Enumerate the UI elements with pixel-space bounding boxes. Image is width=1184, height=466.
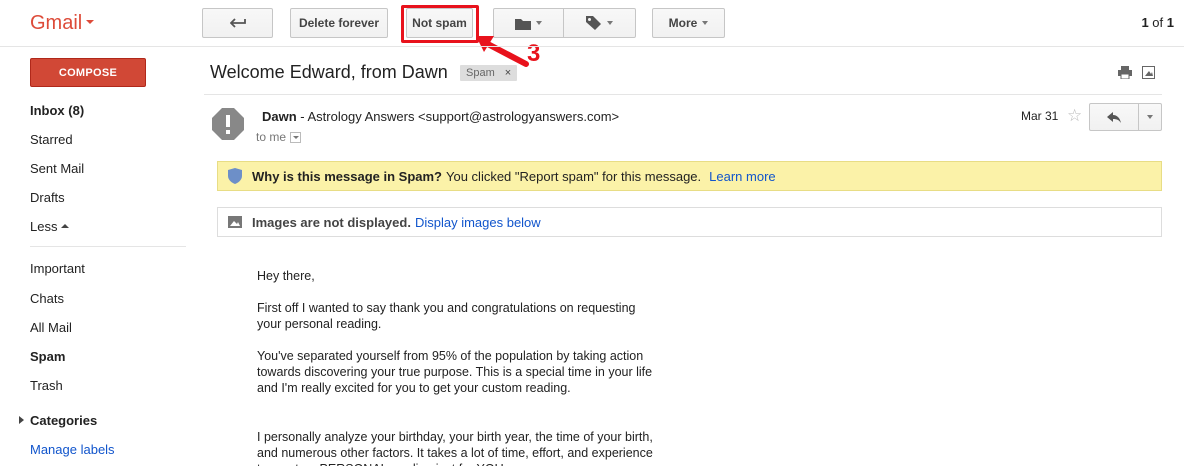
sidebar-item-inbox[interactable]: Inbox (8) — [30, 103, 84, 118]
sidebar-item-categories[interactable]: Categories — [30, 413, 97, 428]
annotation-step-number: 3 — [527, 40, 541, 67]
sender-address: - Astrology Answers <support@astrologyan… — [296, 109, 620, 124]
logo-text: Gmail — [30, 12, 83, 34]
subject-divider — [204, 94, 1162, 95]
images-banner-title: Images are not displayed. — [252, 214, 411, 230]
annotation-arrow-icon — [476, 36, 529, 67]
pager-total: 1 — [1166, 15, 1174, 30]
body-paragraph: Hey there, — [257, 269, 315, 283]
sidebar-item-chats[interactable]: Chats — [30, 291, 64, 306]
sidebar-item-trash[interactable]: Trash — [30, 378, 63, 393]
spam-chip-label: Spam — [466, 67, 495, 79]
display-images-link[interactable]: Display images below — [415, 215, 541, 230]
more-button[interactable]: More — [652, 8, 725, 38]
caret-down-icon — [1147, 115, 1153, 119]
recipient-label: to me — [256, 130, 287, 144]
reply-arrow-icon — [1107, 111, 1121, 123]
caret-down-icon — [86, 20, 95, 25]
pager-of: of — [1152, 15, 1164, 30]
caret-down-icon — [702, 21, 709, 25]
back-to-spam-button[interactable] — [202, 8, 273, 38]
sidebar-item-drafts[interactable]: Drafts — [30, 190, 65, 205]
star-icon[interactable]: ☆ — [1067, 106, 1082, 126]
body-paragraph: I personally analyze your birthday, your… — [257, 430, 653, 466]
pager-current: 1 — [1141, 15, 1149, 30]
label-tag-icon — [586, 16, 601, 30]
labels-button[interactable] — [563, 8, 636, 38]
print-icon[interactable] — [1118, 66, 1132, 79]
back-arrow-icon — [229, 18, 246, 28]
remove-label-icon[interactable]: × — [505, 67, 511, 79]
sender-name: Dawn — [262, 109, 297, 124]
sidebar-divider — [30, 246, 186, 247]
pagination: 1 of 1 — [1141, 15, 1174, 30]
spam-label-chip[interactable]: Spam × — [460, 65, 518, 81]
sidebar-item-less[interactable]: Less — [30, 219, 70, 234]
show-details-dropdown[interactable] — [290, 131, 302, 143]
caret-down-icon — [536, 21, 542, 25]
sidebar-item-sent-mail[interactable]: Sent Mail — [30, 161, 84, 176]
spam-warning-avatar-icon — [212, 108, 244, 140]
learn-more-link[interactable]: Learn more — [709, 169, 775, 184]
sender: Dawn - Astrology Answers <support@astrol… — [262, 109, 619, 124]
spam-banner-text: You clicked "Report spam" for this messa… — [446, 168, 702, 184]
shield-icon — [228, 168, 242, 184]
spam-banner-title: Why is this message in Spam? — [252, 168, 442, 184]
manage-labels-link[interactable]: Manage labels — [30, 442, 115, 457]
message-date: Mar 31 — [1021, 109, 1059, 123]
sidebar-item-important[interactable]: Important — [30, 261, 85, 276]
gmail-logo[interactable]: Gmail — [30, 12, 95, 35]
folder-icon — [515, 18, 531, 30]
more-actions-dropdown[interactable] — [1138, 103, 1162, 131]
expand-triangle-icon[interactable] — [19, 416, 24, 424]
spam-explanation-banner: Why is this message in Spam? You clicked… — [217, 161, 1162, 191]
body-paragraph: First off I wanted to say thank you and … — [257, 301, 636, 331]
sidebar-item-all-mail[interactable]: All Mail — [30, 320, 72, 335]
caret-down-icon — [292, 135, 299, 139]
more-label: More — [668, 16, 698, 30]
images-hidden-banner: Images are not displayed. Display images… — [217, 207, 1162, 237]
image-icon — [228, 216, 242, 228]
recipient-line: to me — [256, 130, 302, 144]
toolbar-divider — [0, 46, 1184, 47]
annotation-highlight-box — [401, 5, 479, 43]
new-window-icon[interactable] — [1142, 66, 1155, 79]
caret-down-icon — [607, 21, 613, 25]
body-paragraph: You've separated yourself from 95% of th… — [257, 349, 653, 395]
caret-up-icon — [61, 224, 70, 229]
sidebar-item-starred[interactable]: Starred — [30, 132, 73, 147]
reply-button[interactable] — [1089, 103, 1139, 131]
sidebar-item-spam[interactable]: Spam — [30, 349, 65, 364]
less-label: Less — [30, 219, 58, 234]
compose-button[interactable]: COMPOSE — [30, 58, 146, 87]
message-subject: Welcome Edward, from Dawn — [210, 62, 448, 82]
delete-forever-button[interactable]: Delete forever — [290, 8, 388, 38]
